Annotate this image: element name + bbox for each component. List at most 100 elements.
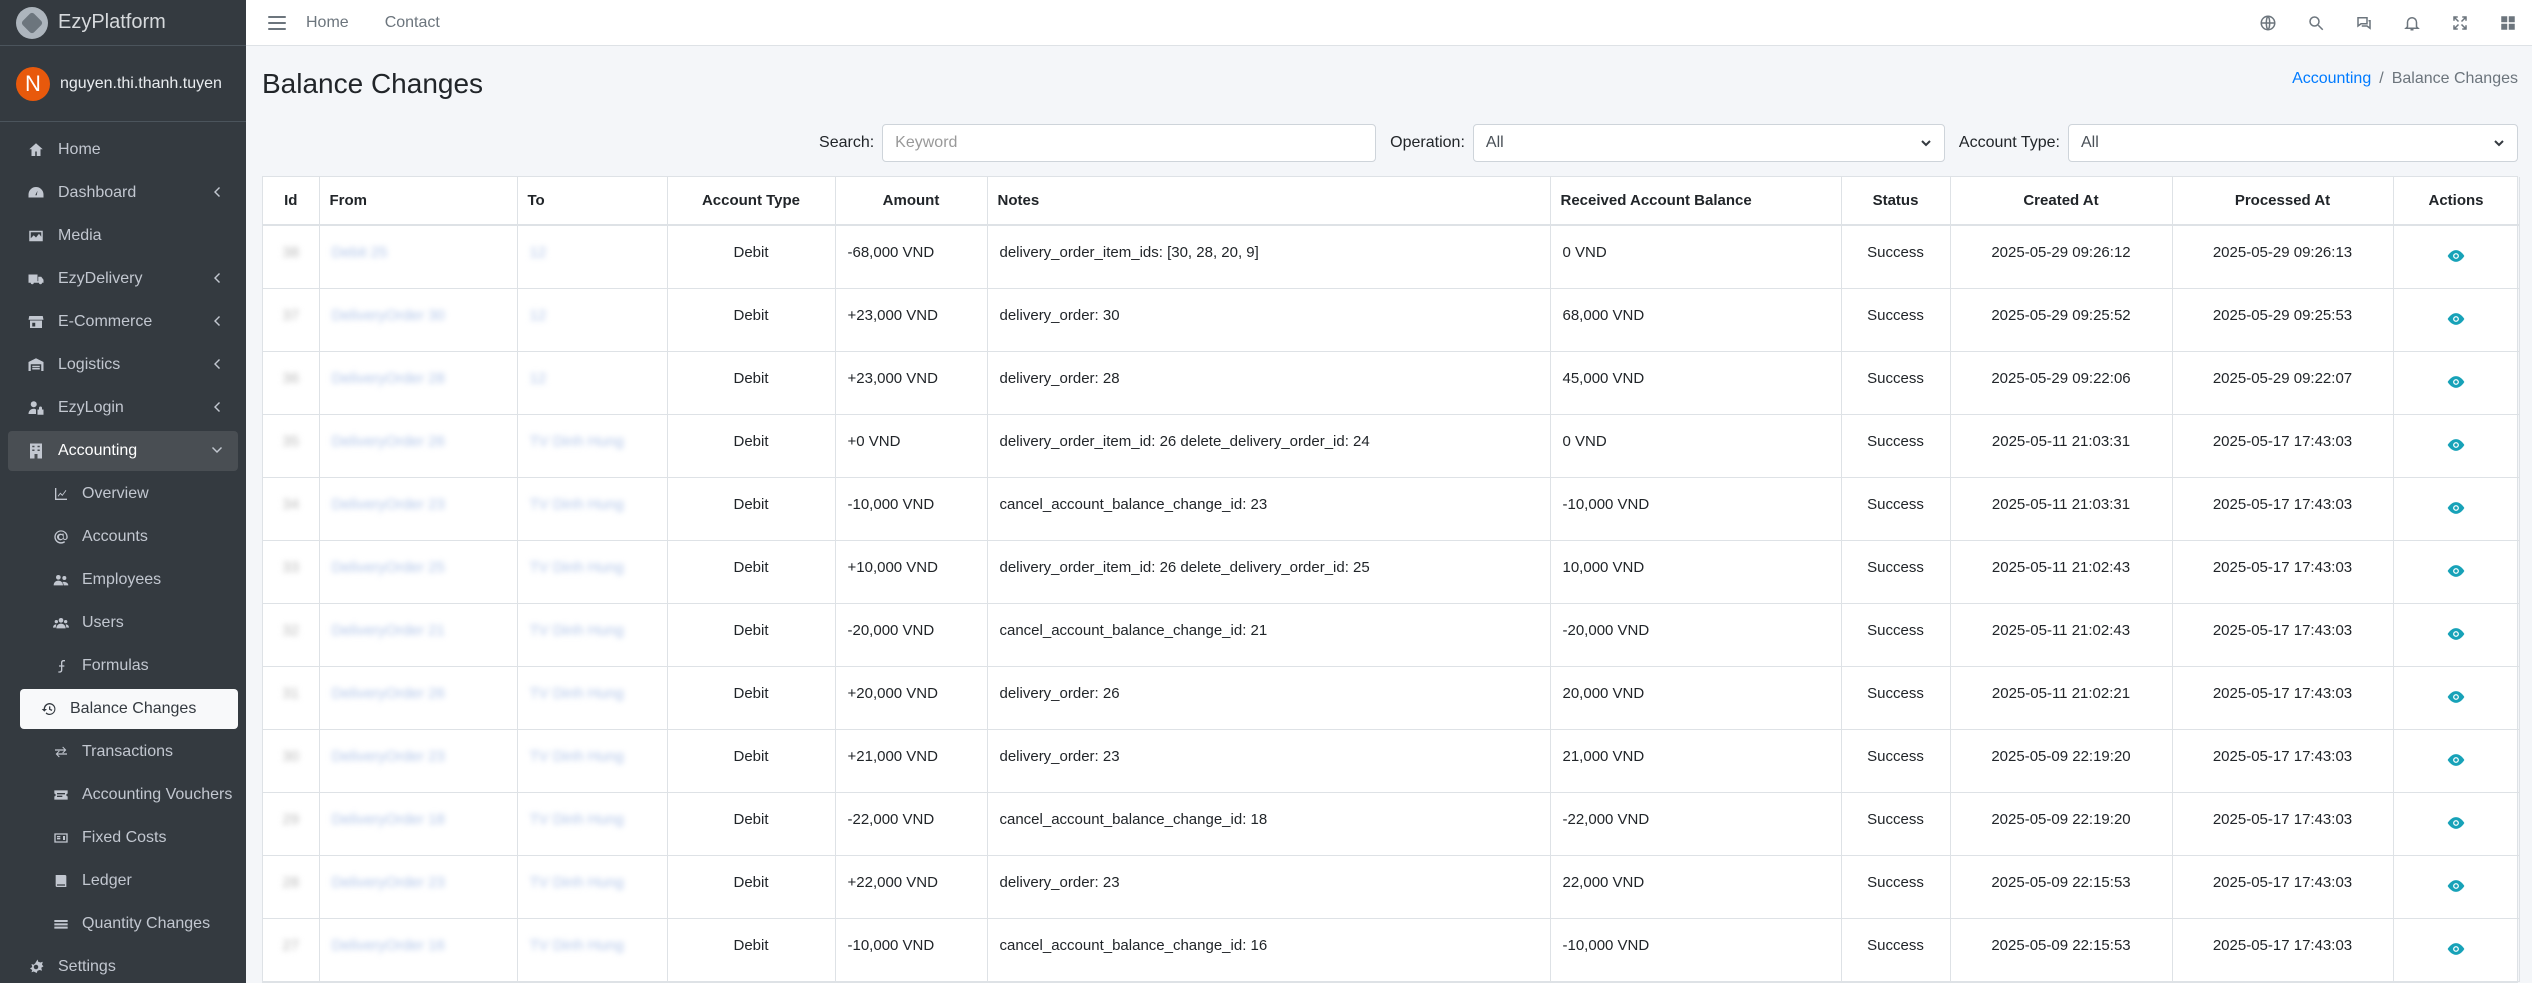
column-header-status[interactable]: Status bbox=[1841, 177, 1951, 226]
cell-from-link[interactable]: DeliveryOrder 18 bbox=[319, 792, 518, 856]
cell-to-link[interactable]: TV Dinh Hung bbox=[517, 729, 668, 793]
store-icon bbox=[24, 313, 48, 331]
cell-from-link[interactable]: DeliveryOrder 26 bbox=[319, 666, 518, 730]
fullscreen-icon[interactable] bbox=[2436, 0, 2484, 46]
view-eye-icon[interactable] bbox=[2446, 501, 2466, 522]
table-row: 37 DeliveryOrder 30 12 Debit +23,000 VND deli… bbox=[263, 288, 2520, 352]
cell-to-link[interactable]: 12 bbox=[517, 225, 668, 289]
search-icon[interactable] bbox=[2292, 0, 2340, 46]
sidebar-subitem-overview[interactable]: Overview bbox=[20, 474, 238, 514]
view-eye-icon[interactable] bbox=[2446, 375, 2466, 396]
cell-from-link[interactable]: DeliveryOrder 25 bbox=[319, 540, 518, 604]
column-header-amount[interactable]: Amount bbox=[835, 177, 988, 226]
top-link-home[interactable]: Home bbox=[306, 14, 349, 32]
sidebar-subitem-label: Employees bbox=[82, 571, 162, 588]
user-group-icon bbox=[50, 614, 72, 632]
column-header-created-at[interactable]: Created At bbox=[1950, 177, 2173, 226]
cell-processed-at: 2025-05-29 09:26:13 bbox=[2172, 225, 2394, 289]
view-eye-icon[interactable] bbox=[2446, 816, 2466, 837]
sidebar-item-accounting[interactable]: Accounting bbox=[8, 431, 238, 471]
user-panel[interactable]: N nguyen.thi.thanh.tuyen bbox=[0, 46, 246, 122]
globe-icon[interactable] bbox=[2244, 0, 2292, 46]
cell-notes: delivery_order: 28 bbox=[987, 351, 1551, 415]
breadcrumb-accounting[interactable]: Accounting bbox=[2292, 70, 2371, 88]
view-eye-icon[interactable] bbox=[2446, 312, 2466, 333]
brand[interactable]: EzyPlatform bbox=[0, 0, 246, 46]
cell-status: Success bbox=[1841, 414, 1951, 478]
menu-toggle-icon[interactable] bbox=[268, 15, 286, 30]
sidebar-subitem-users[interactable]: Users bbox=[20, 603, 238, 643]
view-eye-icon[interactable] bbox=[2446, 627, 2466, 648]
cell-from-link[interactable]: DeliveryOrder 21 bbox=[319, 603, 518, 667]
cell-to-link[interactable]: TV Dinh Hung bbox=[517, 918, 668, 982]
sidebar-subitem-formulas[interactable]: Formulas bbox=[20, 646, 238, 686]
sidebar-item-settings[interactable]: Settings bbox=[8, 947, 238, 983]
cell-id: 34 bbox=[263, 477, 320, 541]
top-link-contact[interactable]: Contact bbox=[385, 14, 440, 32]
cell-notes: cancel_account_balance_change_id: 18 bbox=[987, 792, 1551, 856]
sidebar-subitem-fixed-costs[interactable]: Fixed Costs bbox=[20, 818, 238, 858]
cell-amount: +22,000 VND bbox=[835, 855, 988, 919]
cell-from-link[interactable]: DeliveryOrder 28 bbox=[319, 351, 518, 415]
cell-from-link[interactable]: DeliveryOrder 26 bbox=[319, 414, 518, 478]
column-header-account-type[interactable]: Account Type bbox=[667, 177, 836, 226]
cell-from-link[interactable]: DeliveryOrder 23 bbox=[319, 729, 518, 793]
sidebar-item-ezylogin[interactable]: EzyLogin bbox=[8, 388, 238, 428]
view-eye-icon[interactable] bbox=[2446, 879, 2466, 900]
sidebar-subitem-employees[interactable]: Employees bbox=[20, 560, 238, 600]
sidebar-item-media[interactable]: Media bbox=[8, 216, 238, 256]
cell-to-link[interactable]: TV Dinh Hung bbox=[517, 477, 668, 541]
sidebar-subitem-balance-changes[interactable]: Balance Changes bbox=[20, 689, 238, 729]
sidebar-item-dashboard[interactable]: Dashboard bbox=[8, 173, 238, 213]
sidebar-subitem-accounting-vouchers[interactable]: Accounting Vouchers bbox=[20, 775, 238, 815]
column-header-id[interactable]: Id bbox=[263, 177, 320, 226]
sidebar-item-logistics[interactable]: Logistics bbox=[8, 345, 238, 385]
operation-select[interactable]: All bbox=[1472, 124, 1945, 162]
view-eye-icon[interactable] bbox=[2446, 753, 2466, 774]
view-eye-icon[interactable] bbox=[2446, 564, 2466, 585]
sidebar-subitem-ledger[interactable]: Ledger bbox=[20, 861, 238, 901]
cell-to-link[interactable]: TV Dinh Hung bbox=[517, 855, 668, 919]
account-type-select[interactable]: All bbox=[2068, 124, 2518, 162]
sidebar-item-ezydelivery[interactable]: EzyDelivery bbox=[8, 259, 238, 299]
cell-notes: delivery_order_item_id: 26 delete_delive… bbox=[987, 540, 1551, 604]
cell-to-link[interactable]: TV Dinh Hung bbox=[517, 603, 668, 667]
column-header-actions[interactable]: Actions bbox=[2393, 177, 2520, 226]
search-input[interactable]: Keyword bbox=[882, 124, 1377, 162]
column-header-to[interactable]: To bbox=[517, 177, 668, 226]
sidebar-item-home[interactable]: Home bbox=[8, 130, 238, 170]
cell-to-link[interactable]: TV Dinh Hung bbox=[517, 666, 668, 730]
exchange-icon bbox=[50, 743, 72, 761]
cell-from-link[interactable]: DeliveryOrder 23 bbox=[319, 477, 518, 541]
view-eye-icon[interactable] bbox=[2446, 690, 2466, 711]
sidebar-item-e-commerce[interactable]: E-Commerce bbox=[8, 302, 238, 342]
cell-received-balance: 0 VND bbox=[1550, 225, 1842, 289]
cell-to-link[interactable]: TV Dinh Hung bbox=[517, 792, 668, 856]
cell-from-link[interactable]: DeliveryOrder 23 bbox=[319, 855, 518, 919]
column-header-from[interactable]: From bbox=[319, 177, 518, 226]
column-header-notes[interactable]: Notes bbox=[987, 177, 1551, 226]
cell-to-link[interactable]: 12 bbox=[517, 351, 668, 415]
history-icon bbox=[38, 700, 60, 718]
view-eye-icon[interactable] bbox=[2446, 250, 2466, 270]
column-header-processed-at[interactable]: Processed At bbox=[2172, 177, 2394, 226]
sidebar-subitem-transactions[interactable]: Transactions bbox=[20, 732, 238, 772]
cell-account-type: Debit bbox=[667, 225, 836, 289]
cell-to-link[interactable]: 12 bbox=[517, 288, 668, 352]
cell-to-link[interactable]: TV Dinh Hung bbox=[517, 414, 668, 478]
apps-grid-icon[interactable] bbox=[2484, 0, 2532, 46]
sidebar-subitem-accounts[interactable]: Accounts bbox=[20, 517, 238, 557]
cell-from-link[interactable]: Debit 25 bbox=[319, 225, 518, 289]
cell-received-balance: 45,000 VND bbox=[1550, 351, 1842, 415]
cell-from-link[interactable]: DeliveryOrder 16 bbox=[319, 918, 518, 982]
messages-icon[interactable] bbox=[2340, 0, 2388, 46]
breadcrumb-current: Balance Changes bbox=[2391, 70, 2518, 87]
cell-from-link[interactable]: DeliveryOrder 30 bbox=[319, 288, 518, 352]
view-eye-icon[interactable] bbox=[2446, 438, 2466, 459]
sidebar-subitem-quantity-changes[interactable]: Quantity Changes bbox=[20, 904, 238, 944]
cell-to-link[interactable]: TV Dinh Hung bbox=[517, 540, 668, 604]
view-eye-icon[interactable] bbox=[2446, 942, 2466, 963]
cell-created-at: 2025-05-11 21:02:43 bbox=[1950, 540, 2173, 604]
bell-icon[interactable] bbox=[2388, 0, 2436, 46]
column-header-received-account-balance[interactable]: Received Account Balance bbox=[1550, 177, 1842, 226]
